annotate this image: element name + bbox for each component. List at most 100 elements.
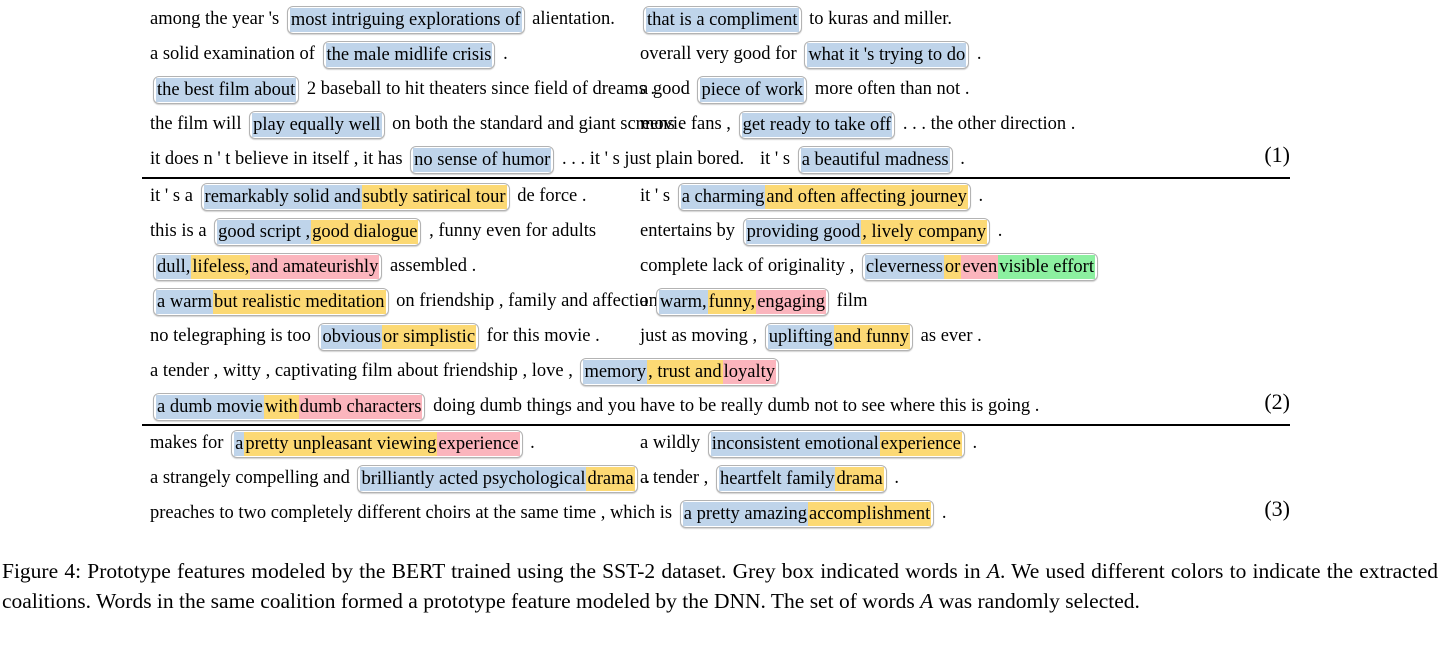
coalition-segment-blue: most intriguing explorations of: [289, 7, 522, 32]
caption-symbol-A: A: [920, 589, 934, 613]
coalition-box: the male midlife crisis: [322, 40, 496, 69]
sentence-suffix: 2 baseball to hit theaters since field o…: [302, 79, 656, 99]
example-line: dull, lifeless, and amateurishly assembled…: [0, 249, 1440, 284]
example-right: it ' s a charming and often affecting jou…: [640, 179, 983, 214]
example-line: no telegraphing is too obvious or simplis…: [0, 319, 1440, 354]
sentence-suffix: as ever .: [916, 326, 982, 346]
sentence-prefix: a tender , witty , captivating film abou…: [150, 361, 578, 381]
sentence-suffix: . . . it ' s just plain bored.: [557, 149, 745, 169]
sentence-prefix: a good: [640, 79, 695, 99]
sentence-prefix: movie fans ,: [640, 114, 736, 134]
coalition-segment-yellow: , trust and: [647, 359, 723, 384]
coalition-box: a dumb movie with dumb characters: [153, 392, 426, 421]
sentence-suffix: .: [972, 44, 982, 64]
coalition-segment-blue: good script ,: [217, 219, 312, 244]
coalition-box: brilliantly acted psychological drama: [357, 464, 638, 493]
example-line: among the year 's most intriguing explor…: [0, 2, 1440, 37]
caption-symbol-A: A: [986, 559, 1000, 583]
example-block-1: among the year 's most intriguing explor…: [0, 2, 1440, 177]
coalition-box: play equally well: [249, 110, 385, 139]
coalition-segment-yellow: drama: [835, 466, 884, 491]
coalition-segment-yellow: or simplistic: [382, 324, 477, 349]
sentence-suffix: more often than not .: [810, 79, 970, 99]
sentence-suffix: alientation.: [527, 9, 615, 29]
example-left: this is a good script , good dialogue , f…: [150, 214, 596, 249]
example-right: a good piece of work more often than not…: [640, 72, 969, 107]
coalition-segment-green: visible effort: [998, 254, 1095, 279]
coalition-segment-blue: remarkably solid and: [203, 184, 362, 209]
sentence-suffix: . . . the other direction .: [898, 114, 1076, 134]
example-left: a tender , witty , captivating film abou…: [150, 354, 782, 389]
sentence-prefix: complete lack of originality ,: [640, 256, 859, 276]
example-left: among the year 's most intriguing explor…: [150, 2, 615, 37]
example-right: just as moving , uplifting and funny as e…: [640, 319, 982, 354]
sentence-suffix: assembled .: [385, 256, 477, 276]
sentence-prefix: a wildly: [640, 433, 705, 453]
example-left: it ' s a remarkably solid and subtly sati…: [150, 179, 587, 214]
example-right: complete lack of originality , clevernes…: [640, 249, 1101, 284]
sentence-prefix: makes for: [150, 433, 229, 453]
coalition-box: cleverness or even visible effort: [861, 252, 1098, 281]
example-block-3: makes for a pretty unpleasant viewing expe…: [0, 426, 1440, 531]
coalition-segment-blue: the male midlife crisis: [325, 42, 493, 67]
coalition-segment-yellow: or: [943, 254, 962, 279]
figure-body: among the year 's most intriguing explor…: [0, 0, 1440, 531]
coalition-segment-pink: and amateurishly: [250, 254, 380, 279]
sentence-suffix: .: [498, 44, 508, 64]
sentence-suffix: for this movie .: [482, 326, 600, 346]
coalition-segment-yellow: pretty unpleasant viewing: [244, 431, 438, 456]
coalition-segment-blue: play equally well: [252, 112, 382, 137]
coalition-segment-blue: a dumb movie: [156, 394, 264, 419]
coalition-segment-blue: that is a compliment: [646, 7, 799, 32]
coalition-segment-blue: brilliantly acted psychological: [360, 466, 587, 491]
coalition-segment-pink: loyalty: [722, 359, 776, 384]
example-right: entertains by providing good, lively com…: [640, 214, 1002, 249]
coalition-segment-blue: piece of work: [700, 77, 805, 102]
coalition-segment-blue: memory: [583, 359, 648, 384]
sentence-prefix: it does n ' t believe in itself , it has: [150, 149, 408, 169]
sentence-suffix: de force .: [512, 186, 587, 206]
coalition-segment-pink: dumb characters: [298, 394, 423, 419]
coalition-box: a pretty amazing accomplishment: [679, 499, 935, 528]
coalition-box: remarkably solid and subtly satirical tou…: [200, 182, 510, 211]
coalition-segment-yellow: experience: [879, 431, 962, 456]
sentence-suffix: , funny even for adults: [424, 221, 597, 241]
coalition-box: the best film about: [153, 75, 300, 104]
coalition-box: obvious or simplistic: [318, 322, 480, 351]
coalition-segment-yellow: good dialogue: [311, 219, 419, 244]
example-line: the best film about 2 baseball to hit th…: [0, 72, 1440, 107]
example-line: a tender , witty , captivating film abou…: [0, 354, 1440, 389]
example-line: the film will play equally well on both …: [0, 107, 1440, 142]
coalition-box: warm, funny, engaging: [655, 287, 829, 316]
coalition-box: no sense of humor: [410, 145, 555, 174]
sentence-prefix: a: [640, 291, 653, 311]
example-left: the best film about 2 baseball to hit th…: [150, 72, 655, 107]
coalition-segment-blue: what it 's trying to do: [807, 42, 967, 67]
sentence-suffix: .: [973, 186, 984, 206]
coalition-segment-yellow: subtly satirical tour: [361, 184, 507, 209]
example-line: preaches to two completely different cho…: [0, 496, 1440, 531]
coalition-segment-blue: uplifting: [767, 324, 834, 349]
coalition-segment-yellow: but realistic meditation: [212, 289, 386, 314]
sentence-prefix: no telegraphing is too: [150, 326, 316, 346]
coalition-segment-blue: a pretty amazing: [682, 501, 809, 526]
example-left: preaches to two completely different cho…: [150, 496, 947, 531]
coalition-segment-pink: even: [961, 254, 999, 279]
example-left: a strangely compelling and brilliantly a…: [150, 461, 650, 496]
coalition-segment-pink: engaging: [756, 289, 826, 314]
coalition-box: providing good, lively company: [742, 217, 991, 246]
coalition-segment-blue: heartfelt family: [718, 466, 836, 491]
example-left: no telegraphing is too obvious or simplis…: [150, 319, 600, 354]
sentence-prefix: just as moving ,: [640, 326, 762, 346]
coalition-box: get ready to take off: [738, 110, 896, 139]
coalition-segment-yellow: lifeless,: [191, 254, 251, 279]
sentence-prefix: a solid examination of: [150, 44, 320, 64]
example-line: a warm but realistic meditation on friend…: [0, 284, 1440, 319]
example-right: it ' s a beautiful madness .: [760, 142, 965, 177]
example-left: a warm but realistic meditation on friend…: [150, 284, 667, 319]
sentence-suffix: .: [955, 149, 965, 169]
coalition-segment-blue: a warm: [156, 289, 213, 314]
sentence-prefix: preaches to two completely different cho…: [150, 503, 677, 523]
coalition-segment-yellow: and often affecting journey: [765, 184, 968, 209]
coalition-segment-yellow: , lively company: [861, 219, 988, 244]
